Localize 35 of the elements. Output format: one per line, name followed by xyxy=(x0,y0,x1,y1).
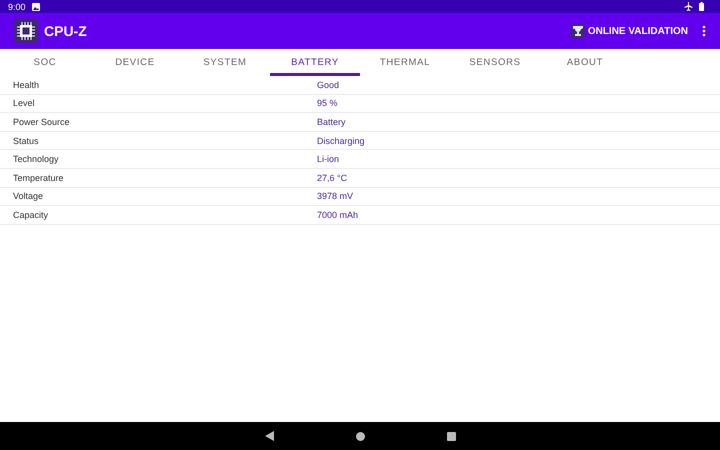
property-label: Temperature xyxy=(12,172,65,183)
tab[interactable]: BATTERY xyxy=(270,49,360,76)
more-options-icon[interactable] xyxy=(702,25,706,37)
property-label: Health xyxy=(12,80,40,90)
property-value: 7000 mAh xyxy=(317,210,358,220)
tab[interactable]: SOC xyxy=(0,49,90,76)
tab[interactable]: ABOUT xyxy=(540,49,630,76)
property-value: Good xyxy=(317,80,340,90)
property-label: Level xyxy=(12,98,36,108)
home-icon[interactable] xyxy=(356,432,364,440)
trophy-icon xyxy=(570,24,585,38)
property-value: 95 % xyxy=(317,98,338,108)
property-label: Voltage xyxy=(12,191,44,202)
chip-icon xyxy=(14,19,38,43)
property-value: 3978 mV xyxy=(317,191,354,202)
image-icon xyxy=(32,2,40,10)
back-icon[interactable] xyxy=(264,431,274,441)
tab[interactable]: THERMAL xyxy=(360,49,450,76)
property-value: 27,6 °C xyxy=(317,172,348,183)
property-label: Technology xyxy=(12,154,60,164)
airplane-icon xyxy=(684,2,693,11)
tab[interactable]: SENSORS xyxy=(450,49,540,76)
battery-icon xyxy=(699,2,704,11)
online-validation-button[interactable]: ONLINE VALIDATION xyxy=(568,20,690,42)
clock: 9:00 xyxy=(8,2,26,12)
app-title: CPU-Z xyxy=(44,23,87,39)
property-label: Capacity xyxy=(12,210,50,220)
recents-icon[interactable] xyxy=(446,432,456,440)
property-value: Discharging xyxy=(317,136,365,146)
property-value: Li-ion xyxy=(317,154,340,164)
tab[interactable]: SYSTEM xyxy=(180,49,270,76)
tab[interactable]: DEVICE xyxy=(90,49,180,76)
property-value: Battery xyxy=(317,116,346,127)
property-label: Status xyxy=(12,136,40,146)
property-label: Power Source xyxy=(12,116,71,127)
